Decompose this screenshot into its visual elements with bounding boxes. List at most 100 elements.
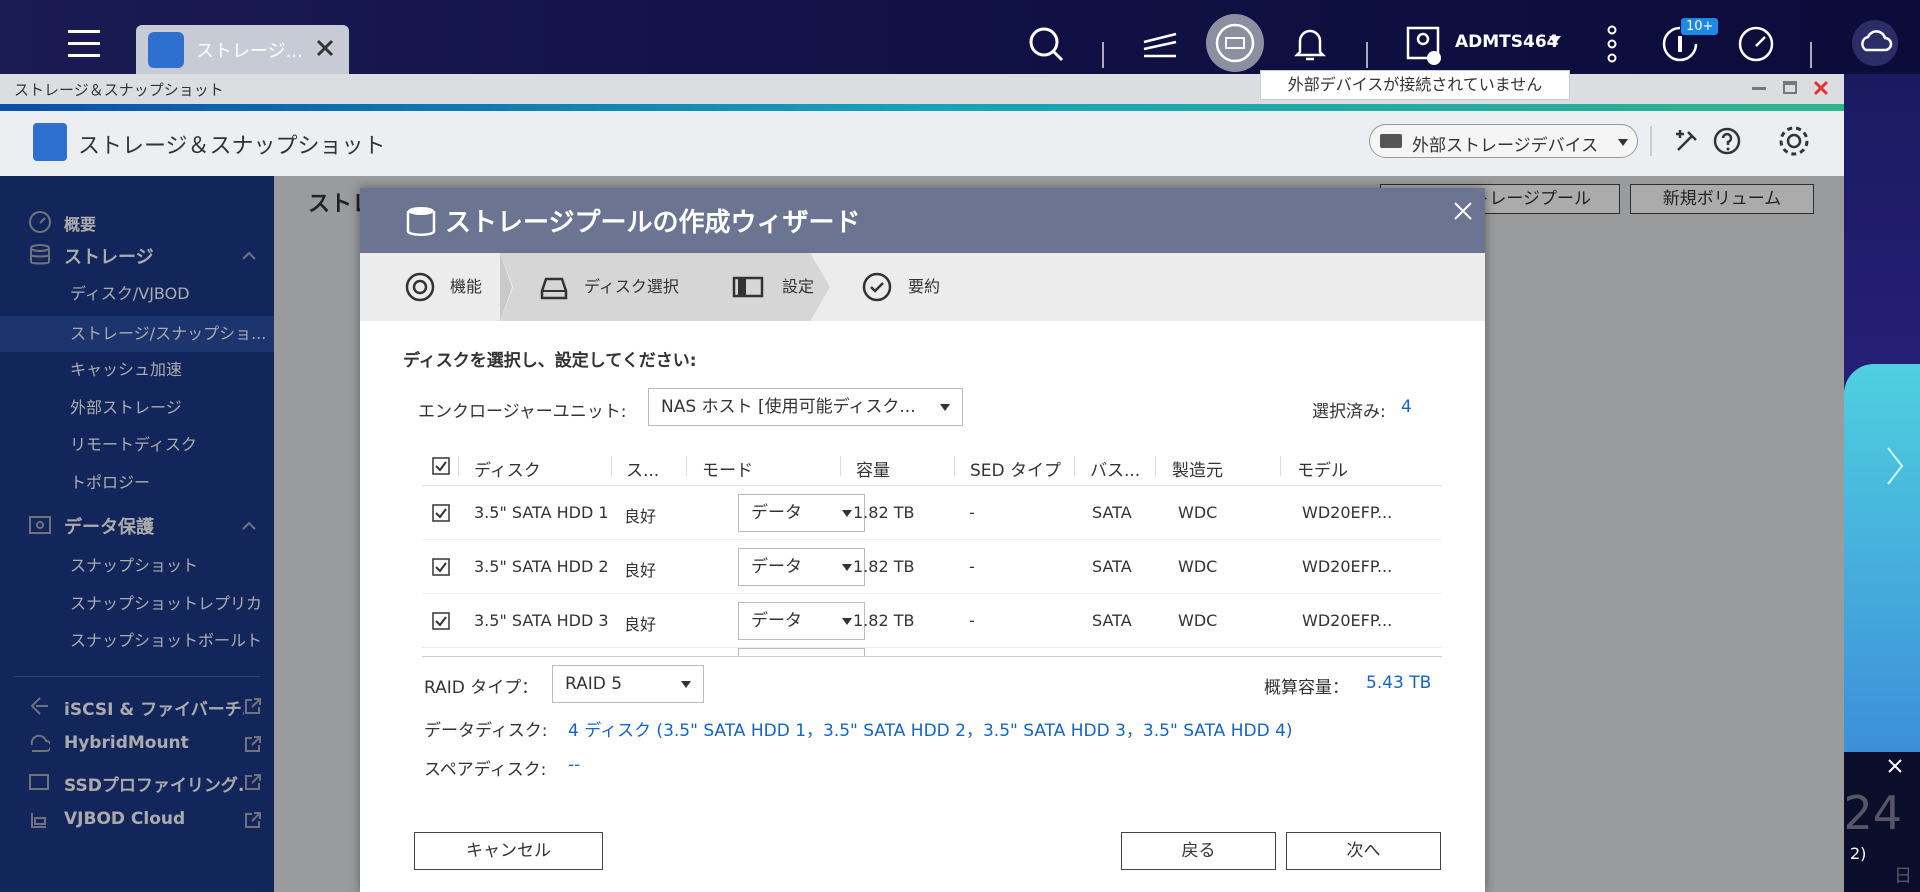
cell-capacity: 1.82 TB: [853, 611, 915, 630]
column-header-mode[interactable]: モード: [702, 456, 753, 481]
chevron-right-icon[interactable]: [1884, 444, 1906, 488]
wallpaper-shape: [1844, 364, 1920, 804]
table-row[interactable]: 3.5" SATA HDD 1 良好 データ 1.82 TB - SATA WD…: [422, 486, 1442, 540]
next-button[interactable]: 次へ: [1286, 832, 1441, 870]
desktop-background: 24 2) 日: [1844, 74, 1920, 892]
row-checkbox[interactable]: [432, 612, 450, 630]
partial-mode-select: [738, 648, 865, 656]
storage-pool-icon: [406, 205, 436, 237]
spare-disk-label: スペアディスク:: [424, 760, 547, 780]
app-tab[interactable]: ストレージ...: [136, 25, 349, 75]
maximize-icon[interactable]: [1783, 81, 1797, 94]
app-header: ストレージ＆スナップショット 外部ストレージデバイス: [0, 111, 1844, 176]
column-header-disk[interactable]: ディスク: [474, 456, 541, 481]
close-tab-icon[interactable]: [314, 37, 336, 59]
cell-model: WD20EFP...: [1302, 503, 1393, 522]
cell-capacity: 1.82 TB: [853, 557, 915, 576]
chevron-down-icon: [940, 404, 950, 411]
mode-select[interactable]: データ: [738, 602, 865, 640]
mode-value: データ: [751, 611, 802, 631]
search-icon[interactable]: [1024, 22, 1068, 66]
widget-text: 2): [1850, 844, 1867, 863]
raid-type-value: RAID 5: [565, 674, 623, 694]
estimated-capacity-value: 5.43 TB: [1366, 673, 1432, 693]
enclosure-label: エンクロージャーユニット:: [418, 402, 627, 422]
step-label: ディスク選択: [584, 277, 679, 296]
step-label: 機能: [450, 277, 483, 296]
column-header-bus[interactable]: バス...: [1090, 456, 1140, 481]
column-header-sed-type[interactable]: SED タイプ: [970, 456, 1061, 481]
chevron-down-icon: [842, 564, 852, 571]
minimize-icon[interactable]: [1752, 87, 1766, 90]
notification-badge: 10+: [1681, 18, 1719, 35]
estimated-capacity-label: 概算容量：: [1264, 678, 1349, 698]
storage-app-icon: [33, 123, 67, 161]
cell-status: 良好: [624, 507, 657, 526]
selected-count: 4: [1401, 397, 1412, 417]
storage-pool-wizard-dialog: ストレージプールの作成ウィザード 機能 ディスク選択 設定 要約 ディスクを選択…: [360, 188, 1485, 892]
column-header-model[interactable]: モデル: [1297, 456, 1348, 481]
user-icon[interactable]: [1402, 22, 1446, 66]
enclosure-select[interactable]: NAS ホスト [使用可能ディスク...: [648, 388, 963, 426]
table-row[interactable]: 3.5" SATA HDD 3 良好 データ 1.82 TB - SATA WD…: [422, 594, 1442, 648]
widget-char: 日: [1894, 866, 1912, 887]
raid-type-select[interactable]: RAID 5: [552, 665, 704, 703]
app-title: ストレージ＆スナップショット: [78, 134, 386, 159]
select-all-checkbox[interactable]: [432, 457, 450, 475]
cell-bus: SATA: [1092, 611, 1132, 630]
enclosure-value: NAS ホスト [使用可能ディスク...: [661, 397, 916, 417]
divider: [1650, 126, 1652, 156]
column-header-capacity[interactable]: 容量: [856, 456, 890, 481]
table-row[interactable]: 3.5" SATA HDD 2 良好 データ 1.82 TB - SATA WD…: [422, 540, 1442, 594]
mode-select[interactable]: データ: [738, 548, 865, 586]
cell-sed: -: [969, 611, 975, 630]
table-bottom-border: [422, 656, 1442, 657]
task-queue-icon[interactable]: [1138, 22, 1182, 66]
row-checkbox[interactable]: [432, 504, 450, 522]
selected-label: 選択済み:: [1312, 402, 1386, 422]
divider: [1810, 42, 1812, 68]
main-menu-icon[interactable]: [66, 24, 102, 62]
mode-value: データ: [751, 503, 802, 523]
column-header-vendor[interactable]: 製造元: [1172, 456, 1223, 481]
cell-model: WD20EFP...: [1302, 557, 1393, 576]
more-options-icon[interactable]: [1590, 22, 1634, 66]
drive-icon: [1380, 134, 1402, 148]
cell-disk: 3.5" SATA HDD 3: [474, 611, 609, 630]
divider: [1366, 42, 1368, 68]
external-storage-device-label: 外部ストレージデバイス: [1412, 136, 1599, 156]
cell-bus: SATA: [1092, 557, 1132, 576]
close-widget-icon[interactable]: [1887, 758, 1903, 774]
cell-sed: -: [969, 503, 975, 522]
widget-panel: 24 2) 日: [1844, 752, 1920, 892]
column-header-status[interactable]: ス...: [626, 456, 659, 481]
row-checkbox[interactable]: [432, 558, 450, 576]
dashboard-icon[interactable]: [1734, 22, 1778, 66]
back-button[interactable]: 戻る: [1121, 832, 1276, 870]
tools-icon[interactable]: [1672, 126, 1702, 156]
gear-icon[interactable]: [1777, 124, 1811, 158]
divider: [1102, 42, 1104, 68]
step-label: 設定: [782, 277, 815, 296]
data-disk-value: 4 ディスク (3.5" SATA HDD 1，3.5" SATA HDD 2，…: [568, 721, 1293, 741]
chevron-down-icon: [1618, 139, 1628, 146]
app-tab-label: ストレージ...: [196, 41, 303, 62]
cell-vendor: WDC: [1178, 503, 1218, 522]
chevron-down-icon[interactable]: [1549, 36, 1561, 44]
bell-icon[interactable]: [1288, 22, 1332, 66]
close-dialog-icon[interactable]: [1452, 200, 1474, 222]
cell-status: 良好: [624, 615, 657, 634]
mode-select[interactable]: データ: [738, 494, 865, 532]
spare-disk-value: --: [568, 755, 581, 775]
cancel-button[interactable]: キャンセル: [414, 832, 603, 870]
external-device-icon[interactable]: [1206, 14, 1264, 72]
step-label: 要約: [908, 277, 941, 296]
external-storage-device-button[interactable]: 外部ストレージデバイス: [1369, 124, 1638, 158]
close-window-icon[interactable]: [1812, 79, 1830, 97]
help-icon[interactable]: [1712, 126, 1742, 156]
cloud-icon[interactable]: [1852, 20, 1898, 66]
dialog-title: ストレージプールの作成ウィザード: [445, 208, 861, 238]
mode-value: データ: [751, 557, 802, 577]
window-title: ストレージ＆スナップショット: [14, 81, 224, 99]
user-name[interactable]: ADMTS464: [1455, 32, 1559, 52]
